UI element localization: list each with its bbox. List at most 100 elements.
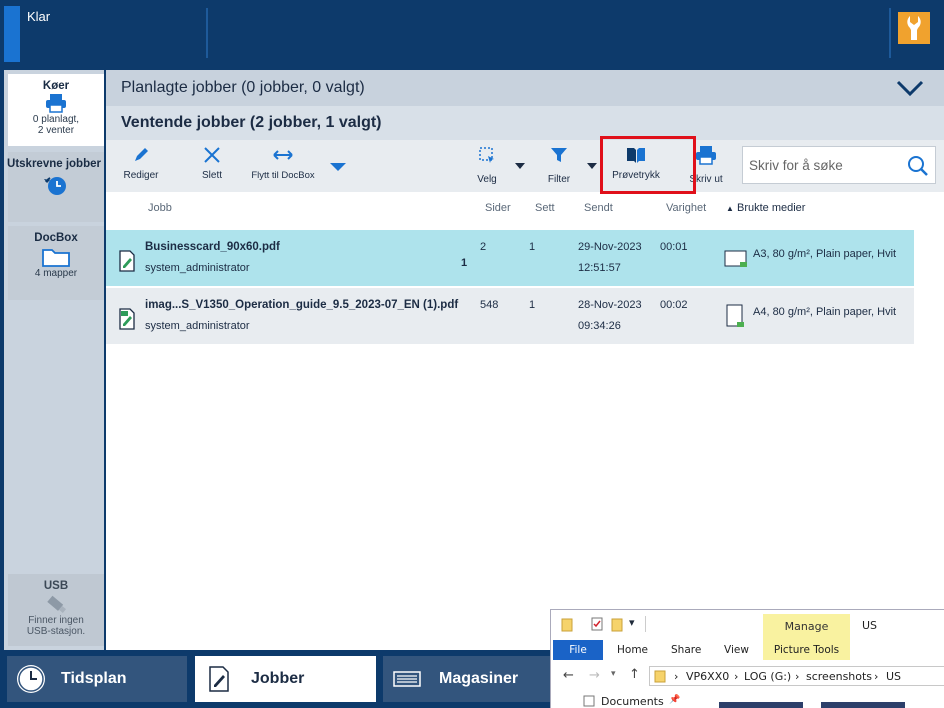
sidebar-item-docbox[interactable]: DocBox 4 mapper [8, 226, 104, 300]
column-header-sets[interactable]: Sett [535, 202, 555, 214]
back-arrow-icon[interactable]: ← [563, 668, 574, 683]
waiting-jobs-header[interactable]: Ventende jobber (2 jobber, 1 valgt) [106, 106, 944, 140]
document-icon [209, 666, 229, 692]
close-icon [194, 140, 230, 170]
path-separator: › [674, 670, 679, 683]
divider [645, 616, 646, 632]
up-arrow-icon[interactable]: ↑ [629, 667, 640, 682]
job-sent-date: 28-Nov-2023 [578, 299, 642, 311]
ribbon-tabs: File Home Share View [551, 640, 944, 660]
sort-ascending-icon: ▲ [726, 204, 734, 213]
select-label: Velg [477, 174, 497, 185]
address-bar-row: ← → ▾ ↑ › VP6XX0 › LOG (G:) › screenshot… [551, 664, 944, 688]
job-sent-time: 12:51:57 [578, 262, 621, 274]
usb-icon [8, 593, 104, 615]
divider [889, 8, 891, 58]
job-copy-count: 1 [461, 257, 468, 269]
thumbnail-preview [821, 702, 905, 708]
job-pages: 548 [480, 299, 499, 311]
delete-button[interactable]: Slett [194, 140, 230, 192]
path-segment[interactable]: screenshots [806, 670, 872, 683]
paper-landscape-icon [724, 250, 747, 267]
path-separator: › [795, 670, 800, 683]
window-title: US [862, 619, 878, 632]
select-dropdown-icon[interactable] [514, 162, 526, 170]
tab-trays[interactable]: Magasiner [383, 656, 553, 702]
sidebar-item-label: DocBox [34, 232, 78, 244]
job-media: A4, 80 g/m², Plain paper, Hvit [753, 306, 897, 318]
queue-count-planned: 0 planlagt, [32, 114, 80, 125]
usb-status-line1: Finner ingen [28, 615, 84, 626]
folder-icon [561, 618, 573, 632]
proof-print-highlight [600, 136, 696, 194]
properties-icon[interactable] [591, 617, 603, 631]
sidebar-item-printed-jobs[interactable]: Utskrevne jobber [7, 152, 104, 222]
planned-jobs-title: Planlagte jobber (0 jobber, 0 valgt) [121, 79, 365, 96]
queue-count-waiting: 2 venter [37, 125, 75, 136]
job-owner: system_administrator [145, 262, 250, 274]
usb-status-line2: USB-stasjon. [26, 626, 86, 637]
tab-file[interactable]: File [553, 640, 603, 660]
table-row[interactable]: imag...S_V1350_Operation_guide_9.5_2023-… [106, 288, 914, 344]
path-segment[interactable]: VP6XX0 [686, 670, 729, 683]
chevron-down-icon[interactable] [896, 79, 924, 97]
sidebar-item-label: USB [43, 580, 69, 592]
move-to-docbox-button[interactable]: Flytt til DocBox [246, 140, 320, 192]
sidebar-item-usb[interactable]: USB Finner ingen USB-stasjon. [8, 574, 104, 646]
main-panel: Planlagte jobber (0 jobber, 0 valgt) Ven… [106, 70, 944, 650]
new-folder-icon[interactable] [611, 618, 623, 632]
select-button[interactable]: Velg [470, 140, 504, 192]
edit-label: Rediger [123, 170, 159, 181]
thumbnail-preview [719, 702, 803, 708]
column-header-job[interactable]: Jobb [148, 202, 172, 214]
delete-label: Slett [201, 170, 222, 181]
tab-schedule[interactable]: Tidsplan [7, 656, 187, 702]
tab-share[interactable]: Share [671, 644, 701, 656]
column-header-pages[interactable]: Sider [485, 202, 511, 214]
job-sent-time: 09:34:26 [578, 320, 621, 332]
tray-icon [393, 671, 421, 687]
paper-portrait-icon [726, 304, 744, 327]
quick-access-dropdown-icon[interactable]: ▾ [629, 616, 635, 629]
document-icon [119, 308, 135, 330]
column-header-sent[interactable]: Sendt [584, 202, 613, 214]
filter-button[interactable]: Filter [542, 140, 576, 192]
filter-dropdown-icon[interactable] [586, 162, 598, 170]
address-bar[interactable]: › VP6XX0 › LOG (G:) › screenshots › US [649, 666, 944, 686]
nav-item-documents[interactable]: Documents [601, 695, 664, 708]
job-sets: 1 [529, 299, 536, 311]
tab-home[interactable]: Home [617, 644, 648, 656]
sidebar-item-queues[interactable]: Køer 0 planlagt, 2 venter [8, 74, 104, 146]
tab-label: Jobber [251, 670, 305, 687]
move-label: Flytt til DocBox [251, 170, 315, 181]
document-icon [119, 250, 135, 272]
docbox-folder-count: 4 mapper [34, 268, 78, 279]
tab-jobs[interactable]: Jobber [195, 656, 376, 702]
wrench-icon[interactable] [898, 12, 930, 44]
search-icon[interactable] [907, 155, 929, 177]
more-dropdown-icon[interactable] [328, 161, 348, 173]
printer-status: Klar [27, 9, 51, 24]
path-segment[interactable]: US [886, 670, 901, 683]
job-sets: 1 [529, 241, 536, 253]
tab-label: Magasiner [439, 670, 519, 687]
search-input[interactable] [749, 155, 899, 175]
job-name: Businesscard_90x60.pdf [145, 241, 280, 253]
recent-dropdown-icon[interactable]: ▾ [611, 669, 616, 679]
planned-jobs-header[interactable]: Planlagte jobber (0 jobber, 0 valgt) [106, 70, 944, 106]
table-row[interactable]: Businesscard_90x60.pdf system_administra… [106, 230, 914, 286]
filter-icon [542, 140, 576, 170]
left-sidebar: Køer 0 planlagt, 2 venter Utskrevne jobb… [4, 70, 104, 650]
edit-button[interactable]: Rediger [118, 140, 164, 192]
folder-icon [8, 246, 104, 268]
move-arrows-icon [246, 140, 320, 170]
forward-arrow-icon[interactable]: → [589, 668, 600, 683]
file-explorer-window: ▾ Manage Picture Tools US File Home Shar… [550, 609, 944, 708]
select-icon [470, 140, 504, 170]
path-segment[interactable]: LOG (G:) [744, 670, 791, 683]
tab-view[interactable]: View [724, 644, 749, 656]
pin-icon[interactable]: 📌 [669, 695, 680, 705]
column-header-duration[interactable]: Varighet [666, 202, 706, 214]
column-header-media[interactable]: ▲ Brukte medier [726, 202, 805, 214]
status-indicator [4, 6, 20, 62]
